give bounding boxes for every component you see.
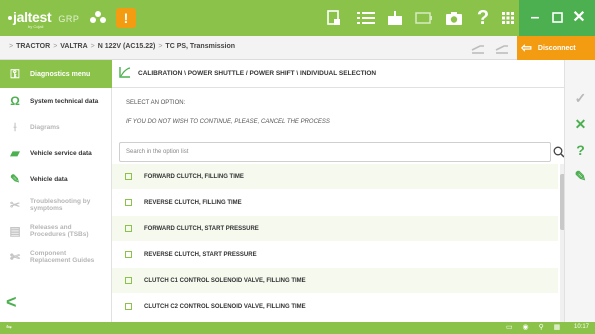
- sidebar-item-releases-procedures[interactable]: ▤ Releases and Procedures (TSBs): [0, 218, 112, 244]
- page-title: CALIBRATION \ POWER SHUTTLE / POWER SHIF…: [138, 70, 377, 77]
- document-icon: ▤: [9, 224, 21, 238]
- sidebar-item-diagnostics-menu[interactable]: ⚿ Diagnostics menu: [0, 60, 112, 88]
- checkbox[interactable]: [125, 173, 132, 180]
- list-item[interactable]: CLUTCH C2 CONTROL SOLENOID VALVE, FILLIN…: [112, 294, 558, 319]
- top-bar: jaltest GRP by Cojali ! ? – ✕: [0, 0, 595, 36]
- option-label: CLUTCH C2 CONTROL SOLENOID VALVE, FILLIN…: [144, 303, 306, 310]
- group-people-icon[interactable]: [86, 6, 110, 30]
- help-button[interactable]: ?: [565, 142, 595, 158]
- cancel-note: IF YOU DO NOT WISH TO CONTINUE, PLEASE, …: [126, 119, 330, 125]
- breadcrumb-item[interactable]: N 122V (AC15.22): [98, 43, 156, 50]
- sidebar-item-label: Component Replacement Guides: [30, 250, 95, 264]
- checkbox[interactable]: [125, 225, 132, 232]
- disconnect-button[interactable]: ⇦ Disconnect: [517, 36, 595, 60]
- sidebar-item-label: Vehicle data: [30, 175, 68, 183]
- breadcrumb-separator: >: [158, 43, 163, 50]
- breadcrumb-separator: >: [90, 43, 95, 50]
- list-item[interactable]: REVERSE CLUTCH, FILLING TIME: [112, 190, 558, 215]
- logo-text: jaltest: [13, 9, 52, 25]
- sidebar-item-diagrams[interactable]: ⟊ Diagrams: [0, 114, 112, 140]
- diagnostics-icon: ⚿: [10, 66, 20, 81]
- sidebar-item-label: Diagrams: [30, 123, 60, 131]
- test-plug-icon[interactable]: [470, 40, 486, 61]
- list-item[interactable]: FORWARD CLUTCH, FILLING TIME: [112, 164, 558, 189]
- wrench-icon: ✎: [9, 172, 21, 186]
- usb-icon: ⇋: [6, 324, 12, 331]
- list-item[interactable]: FORWARD CLUTCH, START PRESSURE: [112, 216, 558, 241]
- omega-icon: Ω: [10, 94, 20, 108]
- breadcrumb-separator: >: [53, 43, 58, 50]
- oil-can-icon: ▰: [10, 146, 20, 160]
- sidebar-item-vehicle-service-data[interactable]: ▰ Vehicle service data: [0, 140, 112, 166]
- help-icon[interactable]: ?: [471, 6, 495, 30]
- search-input[interactable]: Search in the option list: [119, 142, 551, 162]
- sidebar-item-component-replacement[interactable]: ✄ Component Replacement Guides: [0, 244, 112, 270]
- vehicle-report-icon[interactable]: [322, 6, 346, 30]
- option-label: FORWARD CLUTCH, START PRESSURE: [144, 225, 259, 232]
- minimize-icon[interactable]: –: [525, 8, 545, 28]
- calibration-curve-icon: [112, 66, 138, 81]
- jaltest-logo: jaltest GRP: [8, 9, 79, 25]
- checkbox[interactable]: [125, 251, 132, 258]
- breadcrumb-item[interactable]: VALTRA: [60, 43, 87, 50]
- diagram-icon: ⟊: [13, 119, 17, 134]
- option-list: FORWARD CLUTCH, FILLING TIME REVERSE CLU…: [112, 164, 564, 322]
- list-item[interactable]: REVERSE CLUTCH, START PRESSURE: [112, 242, 558, 267]
- alert-badge[interactable]: !: [116, 8, 136, 28]
- logo-dot-icon: [8, 16, 12, 20]
- option-label: CLUTCH C1 CONTROL SOLENOID VALVE, FILLIN…: [144, 277, 306, 284]
- sidebar-item-label: Releases and Procedures (TSBs): [30, 224, 89, 238]
- content-header: CALIBRATION \ POWER SHUTTLE / POWER SHIF…: [112, 60, 564, 88]
- logo-group: GRP: [58, 14, 80, 24]
- option-label: REVERSE CLUTCH, START PRESSURE: [144, 251, 257, 258]
- sidebar-item-label: System technical data: [30, 97, 99, 105]
- breadcrumb: > TRACTOR > VALTRA > N 122V (AC15.22) > TC PS, …: [6, 43, 235, 50]
- checkbox[interactable]: [125, 199, 132, 206]
- system-tray-icons: ▭ ◉ ⚲ ▦: [506, 324, 565, 331]
- list-icon[interactable]: [354, 6, 378, 30]
- sidebar-item-label: Diagnostics menu: [30, 70, 91, 78]
- sidebar-item-system-technical-data[interactable]: Ω System technical data: [0, 88, 112, 114]
- tools-icon: ✂: [9, 198, 21, 212]
- camera-icon[interactable]: [442, 6, 466, 30]
- disconnect-label: Disconnect: [537, 44, 576, 52]
- cancel-button[interactable]: ✕: [565, 116, 595, 133]
- window-controls: – ✕: [519, 0, 595, 36]
- replace-icon: ✄: [9, 250, 21, 264]
- breadcrumb-item[interactable]: TRACTOR: [16, 43, 50, 50]
- report-button[interactable]: ✎: [565, 168, 595, 185]
- select-option-prompt: SELECT AN OPTION:: [126, 100, 186, 106]
- sidebar-item-label: Troubleshooting by symptoms: [30, 198, 91, 212]
- close-icon[interactable]: ✕: [569, 8, 589, 28]
- option-label: REVERSE CLUTCH, FILLING TIME: [144, 199, 242, 206]
- confirm-button[interactable]: ✓: [565, 90, 595, 107]
- breadcrumb-bar: > TRACTOR > VALTRA > N 122V (AC15.22) > TC PS, …: [0, 36, 595, 60]
- list-item[interactable]: CLUTCH C1 CONTROL SOLENOID VALVE, FILLIN…: [112, 268, 558, 293]
- battery-icon: [412, 6, 436, 30]
- main-content: CALIBRATION \ POWER SHUTTLE / POWER SHIF…: [112, 60, 566, 322]
- status-bar: ⇋ ▭ ◉ ⚲ ▦ 10:17: [0, 322, 595, 334]
- interface-device-icon[interactable]: [383, 6, 407, 30]
- clock: 10:17: [574, 324, 590, 330]
- arrow-left-icon: ⇦: [521, 40, 532, 55]
- sidebar-item-label: Vehicle service data: [30, 149, 92, 157]
- checkbox[interactable]: [125, 277, 132, 284]
- checkbox[interactable]: [125, 303, 132, 310]
- action-bar: ✓ ✕ ? ✎: [564, 60, 595, 322]
- apps-grid-icon[interactable]: [496, 6, 520, 30]
- maximize-icon[interactable]: [547, 8, 567, 28]
- breadcrumb-separator: >: [9, 43, 14, 50]
- option-label: FORWARD CLUTCH, FILLING TIME: [144, 173, 244, 180]
- back-button[interactable]: <: [6, 292, 17, 313]
- breadcrumb-item[interactable]: TC PS, Transmission: [165, 43, 235, 50]
- sidebar: ⚿ Diagnostics menu Ω System technical da…: [0, 60, 112, 322]
- logo-subtitle: by Cojali: [28, 24, 44, 29]
- sidebar-item-troubleshooting[interactable]: ✂ Troubleshooting by symptoms: [0, 192, 112, 218]
- connection-plug-icon[interactable]: [494, 40, 510, 61]
- sidebar-item-vehicle-data[interactable]: ✎ Vehicle data: [0, 166, 112, 192]
